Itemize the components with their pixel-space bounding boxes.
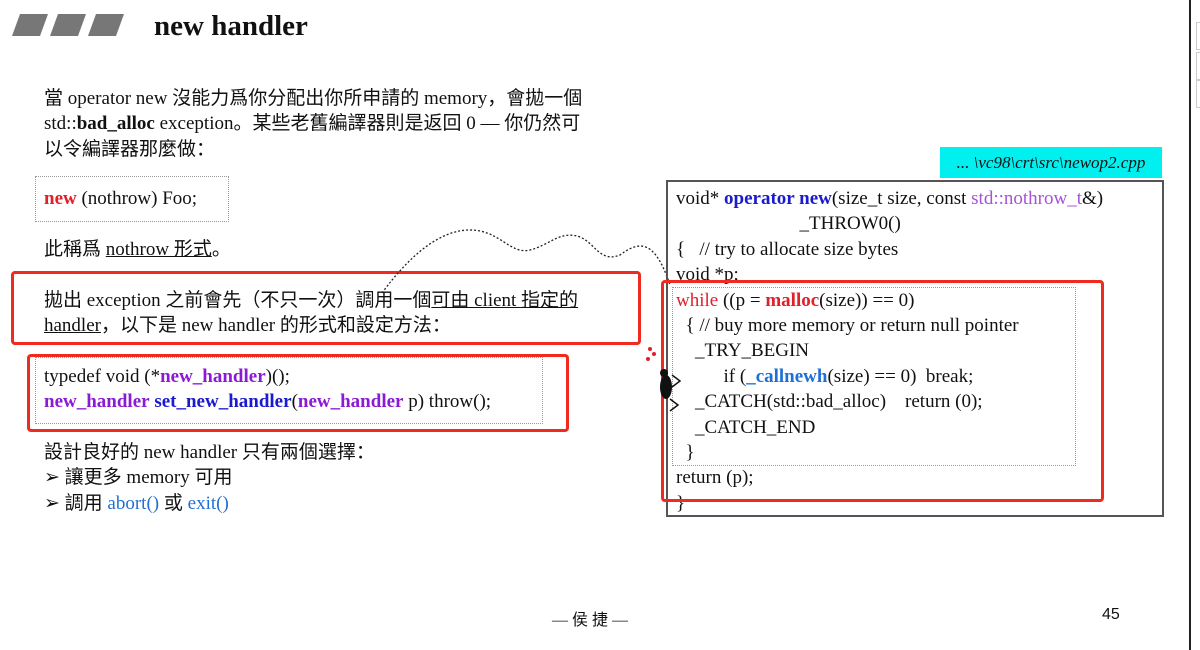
text-segment: std:: (44, 113, 77, 135)
bug-mascot-icon (646, 347, 682, 412)
text-segment: operator new (724, 188, 832, 209)
text-segment: exit() (187, 492, 229, 514)
dotted-connector (381, 229, 671, 294)
side-tab[interactable] (1196, 80, 1200, 108)
text-segment: exception。某些老舊編譯器則是返回 0 — 你仍然可 (154, 113, 581, 135)
nothrow-caption: 此稱爲 nothrow 形式。 (44, 237, 231, 262)
slide-title: new handler (154, 10, 308, 42)
text-segment: handler (44, 315, 101, 337)
text-line: new (nothrow) Foo; (44, 186, 197, 211)
text-line: 當 operator new 沒能力爲你分配出你所申請的 memory，會拋一個 (44, 86, 582, 111)
highlight-box (661, 280, 1104, 502)
text-line: std::bad_alloc exception。某些老舊編譯器則是返回 0 —… (44, 111, 582, 136)
text-segment: new_handler (44, 391, 150, 413)
footer-author: — 侯 捷 — (552, 612, 629, 629)
text-segment: typedef void (* (44, 366, 161, 387)
text-segment: (size_t size, const (831, 188, 972, 209)
text-line: void* operator new(size_t size, const st… (676, 186, 1103, 211)
source-file-label: ... \vc98\crt\src\newop2.cpp (940, 147, 1162, 178)
text-line: new_handler set_new_handler(new_handler … (44, 389, 491, 414)
title-bars-icon (12, 14, 124, 36)
side-tab[interactable] (1196, 22, 1200, 50)
text-segment: std::nothrow_t (971, 188, 1082, 209)
text-segment: abort() (107, 492, 160, 514)
text-segment: { // try to allocate size bytes (676, 238, 899, 260)
typedef-code: typedef void (*new_handler)(); new_handle… (44, 364, 491, 415)
text-segment: 。 (211, 239, 231, 260)
text-line: 此稱爲 nothrow 形式。 (44, 237, 231, 262)
text-segment: &) (1082, 188, 1104, 209)
text-segment: (nothrow) Foo; (76, 188, 198, 209)
text-segment: nothrow 形式 (105, 239, 212, 260)
handler-description: 拋出 exception 之前會先（不只一次）調用一個可由 client 指定的… (44, 288, 578, 339)
text-line: 以令編譯器那麼做： (44, 137, 582, 162)
text-segment: set_new_handler (154, 391, 292, 413)
text-segment: bad_alloc (76, 113, 155, 135)
text-line: _THROW0() (676, 211, 1103, 236)
text-segment: _THROW0() (676, 213, 901, 235)
text-segment: 當 operator new 沒能力爲你分配出你所申請的 memory，會拋一個 (44, 88, 583, 109)
text-segment: p) throw(); (403, 391, 492, 413)
intro-text: 當 operator new 沒能力爲你分配出你所申請的 memory，會拋一個… (44, 86, 582, 162)
text-segment: 拋出 exception 之前會先（不只一次）調用一個 (44, 290, 432, 311)
text-line: 設計良好的 new handler 只有兩個選擇： (44, 440, 375, 465)
text-line: { // try to allocate size bytes (676, 237, 1103, 262)
text-segment: new_handler (160, 366, 266, 387)
handler-choices: 設計良好的 new handler 只有兩個選擇： ➢ 讓更多 memory 可用… (44, 440, 375, 516)
text-segment: 或 (159, 492, 188, 514)
nothrow-code: new (nothrow) Foo; (44, 186, 197, 211)
text-segment: )(); (265, 366, 290, 387)
text-line: ➢ 調用 abort() 或 exit() (44, 491, 375, 516)
side-tab[interactable] (1196, 52, 1200, 80)
text-segment: ➢ 調用 (44, 492, 108, 514)
text-line: typedef void (*new_handler)(); (44, 364, 491, 389)
text-segment: ➢ 讓更多 memory 可用 (44, 467, 233, 489)
page-number: 45 (1102, 606, 1120, 623)
text-segment: 以令編譯器那麼做： (44, 138, 216, 160)
text-line: handler，以下是 new handler 的形式和設定方法： (44, 313, 578, 338)
text-segment: new_handler (297, 391, 404, 413)
text-segment: 此稱爲 (44, 239, 106, 260)
text-line: ➢ 讓更多 memory 可用 (44, 465, 375, 490)
text-segment: ，以下是 new handler 的形式和設定方法： (100, 315, 451, 337)
text-segment: 設計良好的 new handler 只有兩個選擇： (44, 442, 375, 463)
window-edge (1189, 0, 1191, 650)
text-segment: void* (676, 188, 725, 209)
text-segment: new (44, 188, 77, 209)
